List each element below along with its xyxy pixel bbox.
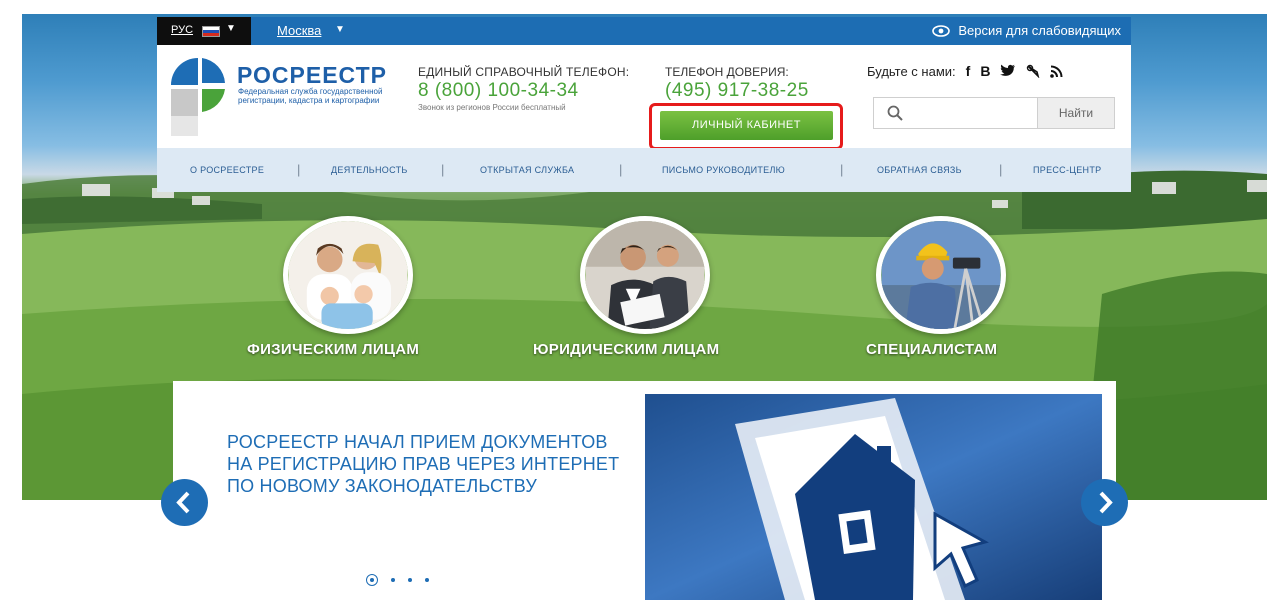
slide-headline[interactable]: РОСРЕЕСТР НАЧАЛ ПРИЕМ ДОКУМЕНТОВ НА РЕГИ…	[227, 431, 627, 497]
slide-dot[interactable]	[425, 578, 429, 582]
rosreestr-logo-icon[interactable]	[169, 56, 227, 138]
trust-line-number[interactable]: (495) 917-38-25	[665, 80, 809, 102]
chevron-down-icon[interactable]: ▼	[335, 24, 345, 35]
nav-item-about[interactable]: О РОСРЕЕСТРЕ	[190, 165, 264, 175]
vkontakte-icon[interactable]: B	[980, 63, 990, 79]
search-input[interactable]	[912, 102, 1052, 126]
top-bar: РУС ▼ Москва ▼ Версия для слабовидящих	[157, 17, 1131, 45]
slider-pagination	[366, 574, 429, 586]
twitter-icon[interactable]	[1000, 64, 1016, 78]
individuals-image[interactable]	[283, 216, 413, 334]
nav-divider: |	[999, 162, 1003, 177]
hotline-number[interactable]: 8 (800) 100-34-34	[418, 80, 629, 102]
facebook-icon[interactable]: f	[966, 63, 971, 79]
specialists-link[interactable]: СПЕЦИАЛИСТАМ	[866, 341, 997, 358]
slide-dot[interactable]	[391, 578, 395, 582]
social-label: Будьте с нами:	[867, 63, 956, 79]
accessibility-label[interactable]: Версия для слабовидящих	[958, 23, 1121, 38]
city-selector[interactable]: Москва	[277, 23, 321, 38]
slider-prev-button[interactable]	[161, 479, 208, 526]
logo-title: РОСРЕЕСТР	[237, 62, 387, 88]
main-nav: О РОСРЕЕСТРЕ | ДЕЯТЕЛЬНОСТЬ | ОТКРЫТАЯ С…	[157, 148, 1131, 192]
chevron-down-icon[interactable]: ▼	[226, 23, 236, 34]
rss-icon[interactable]	[1050, 65, 1063, 78]
chevron-right-icon	[1099, 491, 1113, 514]
nav-divider: |	[441, 162, 445, 177]
specialists-image[interactable]	[876, 216, 1006, 334]
family-photo	[288, 221, 408, 329]
trust-line-block: ТЕЛЕФОН ДОВЕРИЯ: (495) 917-38-25	[665, 65, 809, 102]
hotline-label: ЕДИНЫЙ СПРАВОЧНЫЙ ТЕЛЕФОН:	[418, 65, 630, 79]
individuals-link[interactable]: ФИЗИЧЕСКИМ ЛИЦАМ	[247, 341, 419, 358]
nav-item-press-center[interactable]: ПРЕСС-ЦЕНТР	[1033, 165, 1101, 175]
news-slider: РОСРЕЕСТР НАЧАЛ ПРИЕМ ДОКУМЕНТОВ НА РЕГИ…	[173, 381, 1116, 600]
highlight-frame	[649, 103, 843, 150]
surveyor-photo	[881, 221, 1001, 329]
slider-next-button[interactable]	[1081, 479, 1128, 526]
nav-divider: |	[840, 162, 844, 177]
hotline-block: ЕДИНЫЙ СПРАВОЧНЫЙ ТЕЛЕФОН: 8 (800) 100-3…	[418, 65, 629, 112]
nav-item-feedback[interactable]: ОБРАТНАЯ СВЯЗЬ	[877, 165, 962, 175]
nav-item-open-service[interactable]: ОТКРЫТАЯ СЛУЖБА	[480, 165, 574, 175]
nav-item-letter-to-head[interactable]: ПИСЬМО РУКОВОДИТЕЛЮ	[662, 165, 785, 175]
trust-line-label: ТЕЛЕФОН ДОВЕРИЯ:	[665, 65, 789, 79]
hotline-note: Звонок из регионов России бесплатный	[418, 103, 566, 112]
slide-image[interactable]	[645, 394, 1102, 600]
search-bar: Найти	[873, 97, 1115, 129]
legal-entities-link[interactable]: ЮРИДИЧЕСКИМ ЛИЦАМ	[533, 341, 719, 358]
eye-icon	[932, 24, 951, 37]
legal-entities-image[interactable]	[580, 216, 710, 334]
accessibility-link[interactable]: Версия для слабовидящих	[932, 23, 1121, 38]
language-selector[interactable]: РУС ▼	[157, 17, 251, 45]
online-registration-house-illustration	[645, 394, 1102, 600]
search-button[interactable]: Найти	[1037, 98, 1114, 128]
nav-divider: |	[297, 162, 301, 177]
social-links: Будьте с нами: f B	[867, 63, 1063, 79]
site-header: РОСРЕЕСТР Федеральная служба государстве…	[157, 45, 1131, 150]
business-people-photo	[585, 221, 705, 329]
russia-flag-icon	[202, 26, 220, 37]
livejournal-icon[interactable]	[1026, 64, 1040, 78]
slide-dot[interactable]	[408, 578, 412, 582]
logo-subtitle: Федеральная служба государственной регис…	[238, 87, 383, 105]
search-icon	[887, 105, 903, 121]
nav-divider: |	[619, 162, 623, 177]
slide-dot-active[interactable]	[366, 574, 378, 586]
page: РУС ▼ Москва ▼ Версия для слабовидящих Р…	[0, 0, 1267, 604]
language-label[interactable]: РУС	[171, 24, 193, 36]
chevron-left-icon	[176, 491, 190, 514]
nav-item-activity[interactable]: ДЕЯТЕЛЬНОСТЬ	[331, 165, 408, 175]
